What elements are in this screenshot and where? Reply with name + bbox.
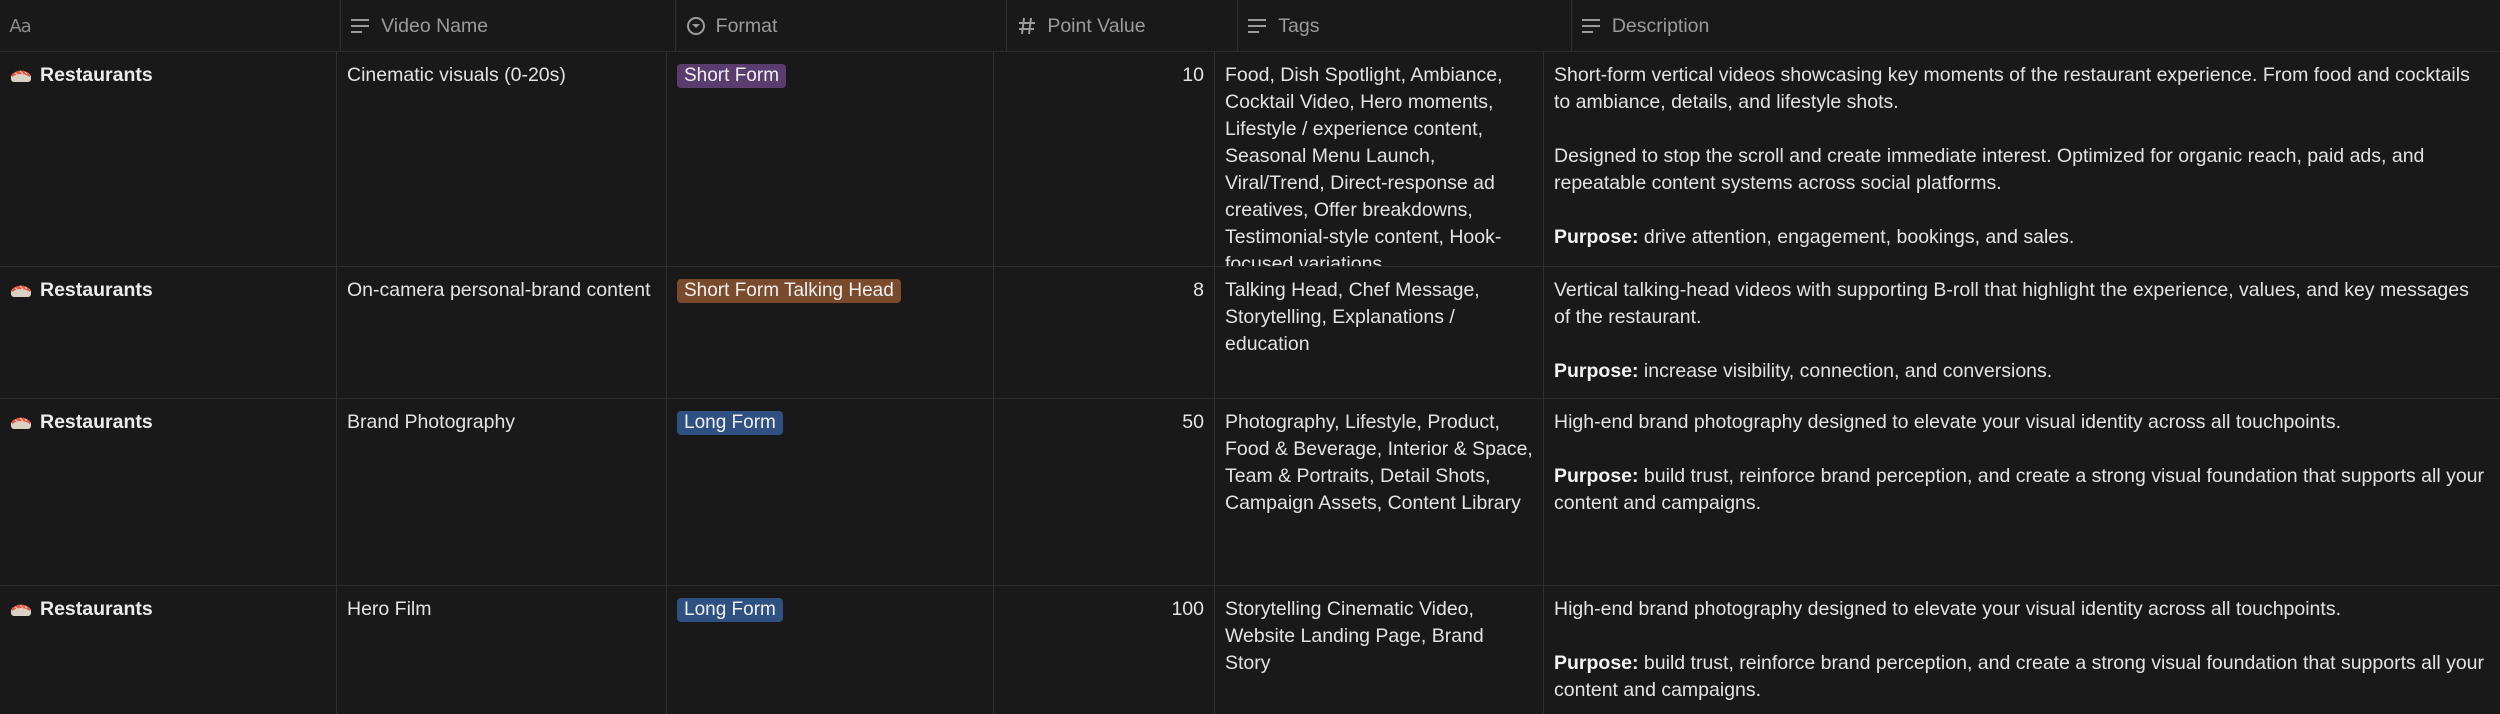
column-header-name[interactable]: Aa (0, 0, 342, 52)
row-name-cell[interactable]: Restaurants (0, 586, 337, 714)
description-text: Designed to stop the scroll and create i… (1554, 145, 2425, 194)
purpose-label: Purpose: (1554, 226, 1639, 248)
format-badge: Long Form (677, 598, 783, 622)
table-header: Aa Video Name Format Point Value Tags De… (0, 0, 2500, 52)
database-table: Aa Video Name Format Point Value Tags De… (0, 0, 2500, 714)
description-text: High-end brand photography designed to e… (1554, 598, 2341, 620)
column-label: Description (1611, 14, 1710, 37)
title-aa-icon: Aa (9, 15, 31, 37)
description-text: High-end brand photography designed to e… (1554, 411, 2341, 433)
text-lines-icon (1248, 16, 1268, 36)
column-label: Format (715, 14, 778, 37)
text-lines-icon (351, 16, 371, 36)
column-header-description[interactable]: Description (1572, 0, 2500, 52)
row-name-cell[interactable]: Restaurants (0, 52, 337, 266)
purpose-text: Purpose: drive attention, engagement, bo… (1554, 224, 2490, 251)
purpose-label: Purpose: (1554, 465, 1639, 487)
sushi-icon (10, 411, 32, 433)
column-label: Video Name (381, 14, 489, 37)
sushi-icon (10, 598, 32, 620)
table-row[interactable]: Restaurants Brand Photography Long Form … (0, 399, 2500, 586)
purpose-value: build trust, reinforce brand perception,… (1554, 652, 2485, 701)
row-name: Restaurants (40, 64, 153, 86)
purpose-label: Purpose: (1554, 652, 1639, 674)
purpose-label: Purpose: (1554, 360, 1639, 382)
video-name-cell[interactable]: Cinematic visuals (0-20s) (337, 52, 667, 266)
point-value-cell[interactable]: 50 (994, 399, 1215, 585)
description-cell[interactable]: Vertical talking-head videos with suppor… (1544, 267, 2500, 398)
row-name-cell[interactable]: Restaurants (0, 399, 337, 585)
point-value-cell[interactable]: 100 (994, 586, 1215, 714)
description-text: Short-form vertical videos showcasing ke… (1554, 64, 2470, 113)
format-cell[interactable]: Long Form (667, 586, 994, 714)
column-label: Point Value (1047, 14, 1146, 37)
row-name: Restaurants (40, 411, 153, 433)
format-cell[interactable]: Short Form (667, 52, 994, 266)
sushi-icon (10, 279, 32, 301)
format-badge: Long Form (677, 411, 783, 435)
tags-cell[interactable]: Talking Head, Chef Message, Storytelling… (1215, 267, 1544, 398)
video-name-cell[interactable]: Hero Film (337, 586, 667, 714)
row-name-cell[interactable]: Restaurants (0, 267, 337, 398)
row-name: Restaurants (40, 279, 153, 301)
row-name: Restaurants (40, 598, 153, 620)
video-name-cell[interactable]: On-camera personal-brand content (337, 267, 667, 398)
purpose-text: Purpose: build trust, reinforce brand pe… (1554, 650, 2490, 704)
select-circle-icon (686, 16, 706, 36)
column-header-point-value[interactable]: Point Value (1007, 0, 1239, 52)
format-cell[interactable]: Long Form (667, 399, 994, 585)
purpose-value: drive attention, engagement, bookings, a… (1638, 226, 2075, 248)
column-header-tags[interactable]: Tags (1238, 0, 1572, 52)
format-badge: Short Form (677, 64, 787, 88)
table-row[interactable]: Restaurants On-camera personal-brand con… (0, 267, 2500, 399)
column-header-format[interactable]: Format (676, 0, 1008, 52)
format-badge: Short Form Talking Head (677, 279, 901, 303)
column-label: Tags (1278, 14, 1320, 37)
table-row[interactable]: Restaurants Cinematic visuals (0-20s) Sh… (0, 52, 2500, 267)
sushi-icon (10, 64, 32, 86)
format-cell[interactable]: Short Form Talking Head (667, 267, 994, 398)
text-lines-icon (1581, 16, 1602, 36)
number-hash-icon (1017, 16, 1037, 36)
tags-cell[interactable]: Photography, Lifestyle, Product, Food & … (1215, 399, 1544, 585)
point-value-cell[interactable]: 8 (994, 267, 1215, 398)
video-name-cell[interactable]: Brand Photography (337, 399, 667, 585)
description-cell[interactable]: Short-form vertical videos showcasing ke… (1544, 52, 2500, 266)
description-cell[interactable]: High-end brand photography designed to e… (1544, 399, 2500, 585)
purpose-text: Purpose: increase visibility, connection… (1554, 358, 2490, 385)
table-row[interactable]: Restaurants Hero Film Long Form 100 Stor… (0, 586, 2500, 714)
purpose-value: increase visibility, connection, and con… (1638, 360, 2053, 382)
description-text: Vertical talking-head videos with suppor… (1554, 279, 2469, 328)
tags-cell[interactable]: Food, Dish Spotlight, Ambiance, Cocktail… (1215, 52, 1544, 266)
column-header-video-name[interactable]: Video Name (341, 0, 676, 52)
description-cell[interactable]: High-end brand photography designed to e… (1544, 586, 2500, 714)
purpose-text: Purpose: build trust, reinforce brand pe… (1554, 463, 2490, 517)
point-value-cell[interactable]: 10 (994, 52, 1215, 266)
purpose-value: build trust, reinforce brand perception,… (1554, 465, 2485, 514)
tags-cell[interactable]: Storytelling Cinematic Video, Website La… (1215, 586, 1544, 714)
